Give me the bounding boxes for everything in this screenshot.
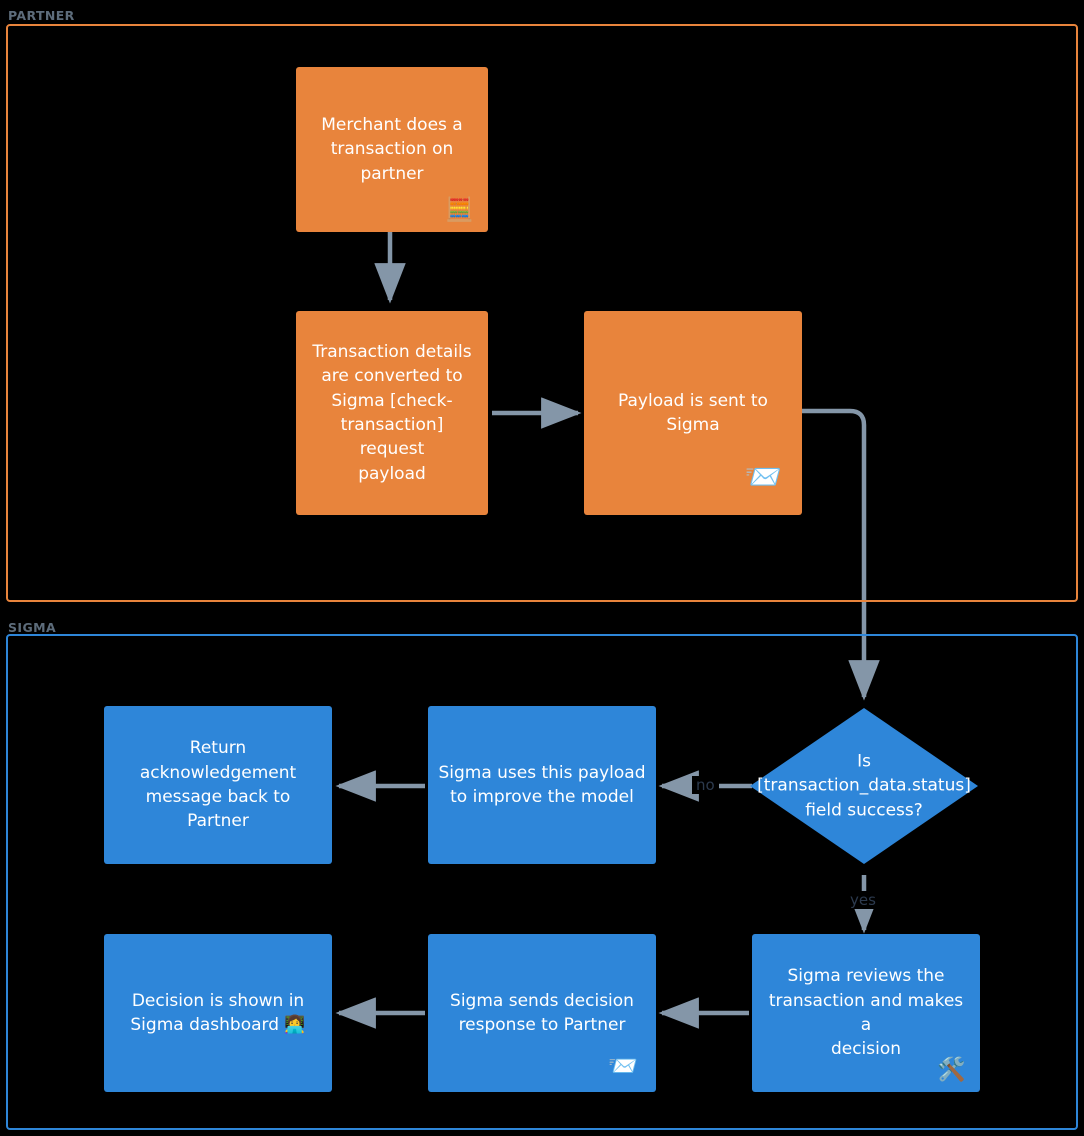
subgraph-label-sigma: SIGMA bbox=[8, 620, 57, 635]
node-payload-sent-label: Payload is sent to Sigma bbox=[618, 390, 768, 435]
node-dashboard[interactable]: Decision is shown in Sigma dashboard 👩‍💻 bbox=[104, 934, 332, 1092]
edge-label-no: no bbox=[692, 776, 719, 794]
node-convert-payload[interactable]: Transaction details are converted to Sig… bbox=[296, 311, 488, 515]
node-status-decision[interactable]: Is [transaction_data.status] field succe… bbox=[750, 708, 978, 864]
paper-plane-icon: 📨 bbox=[744, 460, 782, 495]
node-improve-model-label: Sigma uses this payload to improve the m… bbox=[438, 762, 646, 807]
node-dashboard-label: Decision is shown in Sigma dashboard 👩‍💻 bbox=[130, 990, 306, 1035]
node-payload-sent[interactable]: Payload is sent to Sigma 📨 bbox=[584, 311, 802, 515]
hammer-and-wrench-icon: 🛠️ bbox=[937, 1057, 966, 1083]
node-improve-model[interactable]: Sigma uses this payload to improve the m… bbox=[428, 706, 656, 864]
node-review-decision[interactable]: Sigma reviews the transaction and makes … bbox=[752, 934, 980, 1092]
paper-plane-icon: 📨 bbox=[608, 1052, 638, 1080]
flowchart-canvas: PARTNER SIGMA Merchant does a transactio… bbox=[0, 0, 1084, 1136]
node-merchant-transaction-label: Merchant does a transaction on partner bbox=[321, 115, 463, 184]
node-review-decision-label: Sigma reviews the transaction and makes … bbox=[768, 966, 964, 1060]
node-convert-payload-label: Transaction details are converted to Sig… bbox=[312, 342, 472, 484]
edge-label-yes: yes bbox=[846, 891, 880, 909]
node-send-decision[interactable]: Sigma sends decision response to Partner… bbox=[428, 934, 656, 1092]
node-return-ack[interactable]: Return acknowledgement message back to P… bbox=[104, 706, 332, 864]
subgraph-partner bbox=[6, 24, 1078, 602]
diamond-shape bbox=[750, 708, 978, 864]
subgraph-label-partner: PARTNER bbox=[8, 8, 75, 23]
pos-terminal-icon: 🧮 bbox=[445, 197, 474, 223]
node-merchant-transaction[interactable]: Merchant does a transaction on partner 🧮 bbox=[296, 67, 488, 232]
node-return-ack-label: Return acknowledgement message back to P… bbox=[139, 738, 297, 832]
node-send-decision-label: Sigma sends decision response to Partner bbox=[450, 990, 634, 1035]
